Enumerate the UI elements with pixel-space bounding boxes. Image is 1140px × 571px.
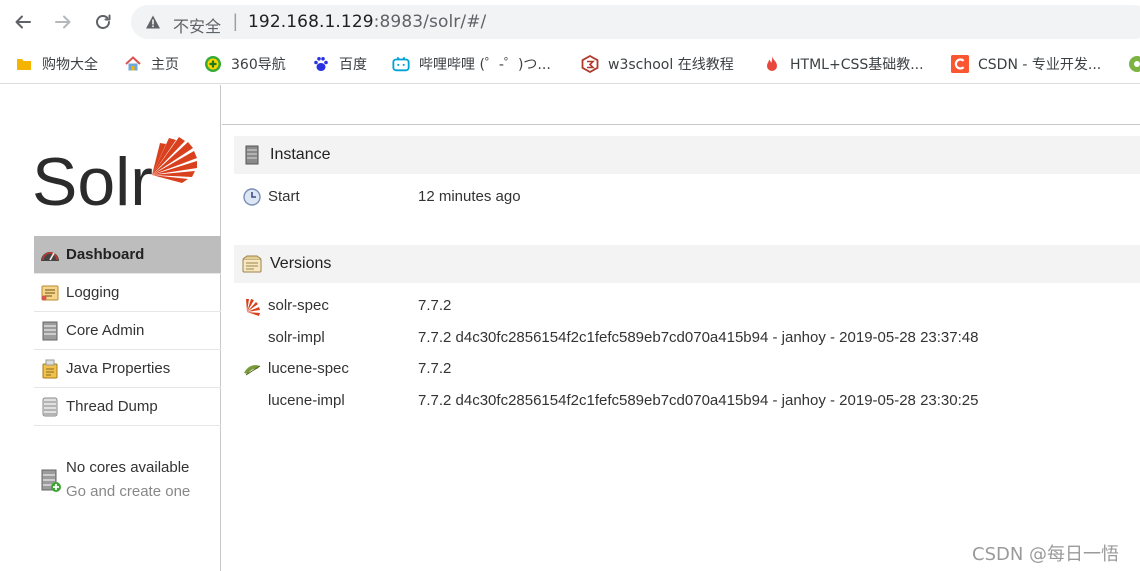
no-cores-text: No cores available xyxy=(66,459,190,476)
nav-logging[interactable]: Logging xyxy=(34,274,221,312)
row-value: 12 minutes ago xyxy=(418,188,521,205)
java-properties-icon xyxy=(40,359,60,379)
bookmark-item[interactable]: w3school 在线教程 xyxy=(581,53,734,75)
versions-icon xyxy=(242,254,262,274)
nav-dashboard[interactable]: Dashboard xyxy=(34,236,221,274)
solr-admin-page: Solr Dashboard Logging Core Admin Java P… xyxy=(0,85,1140,571)
url-text[interactable]: 192.168.1.129:8983/solr/#/ xyxy=(248,12,486,32)
bookmark-label: w3school 在线教程 xyxy=(608,57,734,73)
solr-sunburst-icon xyxy=(152,137,197,183)
bookmark-item[interactable]: 百度 xyxy=(312,53,367,75)
bookmark-label: CSDN - 专业开发... xyxy=(978,57,1102,73)
create-core-link[interactable]: Go and create one xyxy=(66,483,190,500)
bookmark-overflow-icon[interactable] xyxy=(1128,53,1140,75)
folder-icon xyxy=(15,55,33,73)
360-icon xyxy=(204,55,222,73)
csdn-c-icon xyxy=(951,55,969,73)
forward-button[interactable] xyxy=(50,9,76,35)
solr-logo[interactable]: Solr xyxy=(32,121,202,211)
flame-icon xyxy=(763,55,781,73)
arrow-left-icon xyxy=(15,15,31,29)
server-icon xyxy=(242,145,262,165)
bookmarks-bar: 购物大全 主页 360导航 百度 哔哩哔哩 (゜-゜)つ... w3school… xyxy=(0,44,1140,84)
bookmark-item[interactable]: 哔哩哔哩 (゜-゜)つ... xyxy=(392,53,551,75)
row-value: 7.7.2 xyxy=(418,297,452,314)
sidebar: Solr Dashboard Logging Core Admin Java P… xyxy=(0,85,221,571)
bookmark-label: 360导航 xyxy=(231,57,286,73)
main-nav: Dashboard Logging Core Admin Java Proper… xyxy=(34,236,221,426)
baidu-paw-icon xyxy=(312,55,330,73)
row-label: lucene-spec xyxy=(268,360,349,377)
versions-section: Versions solr-spec 7.7.2 solr-impl 7.7.2… xyxy=(234,245,1140,409)
w3school-icon xyxy=(581,55,599,73)
nav-label: Dashboard xyxy=(66,246,145,263)
nav-label: Thread Dump xyxy=(66,398,158,415)
arrow-right-icon xyxy=(55,15,71,29)
section-title: Instance xyxy=(270,146,331,163)
instance-section: Instance Start 12 minutes ago xyxy=(234,136,1140,206)
back-button[interactable] xyxy=(10,9,36,35)
bilibili-tv-icon xyxy=(392,55,410,73)
svg-text:Solr: Solr xyxy=(32,144,153,211)
lucene-icon xyxy=(244,365,261,376)
bookmark-item[interactable]: CSDN - 专业开发... xyxy=(951,53,1101,75)
versions-header: Versions xyxy=(234,245,1140,283)
bookmark-item[interactable]: 主页 xyxy=(124,53,179,75)
nav-label: Java Properties xyxy=(66,360,171,377)
thread-dump-icon xyxy=(40,397,60,417)
add-core-icon xyxy=(41,469,61,492)
instance-header: Instance xyxy=(234,136,1140,174)
dashboard-icon xyxy=(40,245,60,265)
bookmark-label: 主页 xyxy=(151,57,179,73)
url-path: :8983/solr/#/ xyxy=(373,12,487,32)
nav-label: Logging xyxy=(66,284,120,301)
bookmark-label: 购物大全 xyxy=(42,57,98,73)
row-label: solr-impl xyxy=(268,329,325,346)
address-separator: | xyxy=(233,11,238,31)
bookmark-label: HTML+CSS基础教... xyxy=(790,57,924,73)
reload-icon xyxy=(96,14,111,29)
instance-start-row: Start 12 minutes ago xyxy=(234,185,1140,209)
bookmark-label: 百度 xyxy=(339,57,367,73)
solr-small-icon xyxy=(246,299,260,316)
watermark: CSDN @每日一悟 xyxy=(972,544,1120,565)
browser-toolbar: 不安全 | 192.168.1.129:8983/solr/#/ xyxy=(0,0,1140,44)
address-bar[interactable]: 不安全 | 192.168.1.129:8983/solr/#/ xyxy=(131,5,1140,39)
version-row-lucene-spec: lucene-spec 7.7.2 xyxy=(234,357,1140,381)
nav-core-admin[interactable]: Core Admin xyxy=(34,312,221,350)
bookmark-item[interactable]: 360导航 xyxy=(204,53,286,75)
bookmark-label: 哔哩哔哩 (゜-゜)つ... xyxy=(419,57,551,73)
row-value: 7.7.2 xyxy=(418,360,452,377)
clock-icon xyxy=(243,188,261,206)
bookmark-item[interactable]: HTML+CSS基础教... xyxy=(763,53,924,75)
core-admin-icon xyxy=(40,321,60,341)
row-label: Start xyxy=(268,188,300,205)
reload-button[interactable] xyxy=(90,9,116,35)
dashboard-content: Instance Start 12 minutes ago Versions s… xyxy=(222,124,1140,571)
home-icon xyxy=(124,55,142,73)
nav-java-properties[interactable]: Java Properties xyxy=(34,350,221,388)
insecure-label[interactable]: 不安全 xyxy=(173,13,221,37)
version-row-solr-spec: solr-spec 7.7.2 xyxy=(234,294,1140,318)
warning-triangle-icon[interactable] xyxy=(145,14,161,30)
section-title: Versions xyxy=(270,255,332,272)
row-value: 7.7.2 d4c30fc2856154f2c1fefc589eb7cd070a… xyxy=(418,392,979,409)
version-row-solr-impl: solr-impl 7.7.2 d4c30fc2856154f2c1fefc58… xyxy=(234,326,1140,350)
version-row-lucene-impl: lucene-impl 7.7.2 d4c30fc2856154f2c1fefc… xyxy=(234,389,1140,413)
nav-thread-dump[interactable]: Thread Dump xyxy=(34,388,221,426)
nav-label: Core Admin xyxy=(66,322,145,339)
url-host: 192.168.1.129 xyxy=(248,12,374,32)
row-label: lucene-impl xyxy=(268,392,345,409)
row-value: 7.7.2 d4c30fc2856154f2c1fefc589eb7cd070a… xyxy=(418,329,979,346)
bookmark-item[interactable]: 购物大全 xyxy=(15,53,98,75)
row-label: solr-spec xyxy=(268,297,329,314)
logging-icon xyxy=(40,283,60,303)
